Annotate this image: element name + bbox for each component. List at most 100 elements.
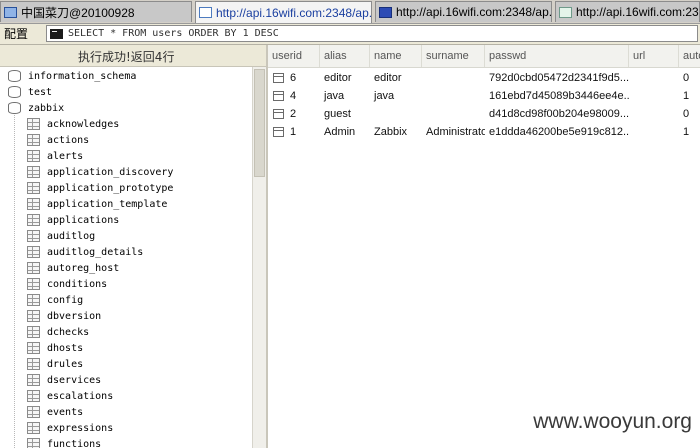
cell-name [370,105,422,123]
tree-table[interactable]: application_template [27,196,167,212]
tree-scrollbar[interactable] [252,67,266,448]
tree-node-label: application_discovery [47,166,174,178]
table-icon [27,246,40,258]
tree-table[interactable]: config [27,292,83,308]
table-icon [27,358,40,370]
cell-userid: 4 [290,90,297,102]
row-icon [273,109,284,119]
tree-node-label: autoreg_host [47,262,120,274]
tree-node-label: alerts [47,150,84,162]
tab-label: http://api.16wifi.com:2348/ap... [396,5,552,19]
table-icon [27,310,40,322]
tab-caidao[interactable]: 中国菜刀@20100928 [0,1,192,22]
cell-alias: java [324,90,345,102]
row-icon [273,73,284,83]
row-icon [273,127,284,137]
tree-node-label: dhosts [47,342,84,354]
table-row[interactable]: 2 guest d41d8cd98f00b204e98009... 0 [268,105,700,123]
column-header-name[interactable]: name [370,45,422,67]
table-icon [27,166,40,178]
table-icon [27,390,40,402]
tab-api-3[interactable]: http://api.16wifi.com:2348 [555,1,700,22]
status-message: 执行成功!返回4行 [78,50,175,64]
row-icon [273,91,284,101]
cell-alias: editor [324,72,352,84]
tree-table[interactable]: auditlog_details [27,244,143,260]
tree-node-label: auditlog_details [47,246,144,258]
tree-node-label: dservices [47,374,102,386]
cell-autologin: 1 [683,90,690,102]
cell-userid: 1 [290,126,297,138]
table-icon [27,326,40,338]
sql-query-input[interactable]: SELECT * FROM users ORDER BY 1 DESC [46,25,698,42]
cell-userid: 2 [290,108,297,120]
table-icon [27,150,40,162]
tree-node-label: dchecks [47,326,90,338]
tab-api-2[interactable]: http://api.16wifi.com:2348/ap... [375,1,552,22]
tree-table[interactable]: applications [27,212,119,228]
tree-table[interactable]: escalations [27,388,113,404]
table-icon [27,182,40,194]
column-header-url[interactable]: url [629,45,679,67]
tree-table[interactable]: dhosts [27,340,83,356]
tree-table[interactable]: alerts [27,148,83,164]
tree-table[interactable]: acknowledges [27,116,119,132]
config-button[interactable]: 配置 [2,26,30,42]
tree-db-zabbix[interactable]: zabbix [8,100,64,116]
status-bar: 执行成功!返回4行 [0,45,266,67]
tree-table[interactable]: conditions [27,276,107,292]
table-icon [27,118,40,130]
column-header-userid[interactable]: userid [268,45,320,67]
tree-node-label: application_prototype [47,182,174,194]
table-icon [27,438,40,448]
column-header-passwd[interactable]: passwd [485,45,629,67]
column-header-alias[interactable]: alias [320,45,370,67]
tree-table[interactable]: expressions [27,420,113,436]
cell-name: java [374,90,395,102]
cell-name: Zabbix [374,126,408,138]
tree-table[interactable]: application_prototype [27,180,173,196]
table-row[interactable]: 6 editor editor 792d0cbd05472d2341f9d5..… [268,69,700,87]
tree-table[interactable]: drules [27,356,83,372]
tree-table[interactable]: dservices [27,372,101,388]
column-header-autologin[interactable]: autologin [679,45,700,67]
tree-table[interactable]: application_discovery [27,164,173,180]
table-icon [27,278,40,290]
cell-autologin: 0 [683,72,690,84]
table-icon [27,342,40,354]
cell-passwd: e1ddda46200be5e919c812... [489,126,629,138]
tab-api-1[interactable]: http://api.16wifi.com:2348/ap... [195,1,372,23]
terminal-icon [50,28,63,39]
tree-node-label: test [28,86,53,98]
tree-table[interactable]: functions [27,436,101,448]
cell-surname: Administrator [426,126,485,138]
scrollbar-thumb[interactable] [254,69,265,177]
tree-table[interactable]: events [27,404,83,420]
table-row[interactable]: 4 java java 161ebd7d45089b3446ee4e... 1 [268,87,700,105]
cell-name: editor [374,72,402,84]
tree-db-test[interactable]: test [8,84,52,100]
tree-table[interactable]: dchecks [27,324,89,340]
table-icon [27,374,40,386]
tree-table[interactable]: actions [27,132,89,148]
tree-guide-line [14,107,15,448]
table-row[interactable]: 1 Admin Zabbix Administrator e1ddda46200… [268,123,700,141]
table-icon [27,422,40,434]
cell-url [629,69,679,87]
tab-label: 中国菜刀@20100928 [21,5,135,20]
tree-db-information-schema[interactable]: information_schema [8,68,136,84]
database-icon [8,70,21,82]
table-icon [27,198,40,210]
tree-node-label: application_template [47,198,168,210]
table-icon [27,134,40,146]
eu-flag-icon [379,6,392,18]
cell-alias: Admin [324,126,356,138]
database-icon [8,102,21,114]
tree-table[interactable]: dbversion [27,308,101,324]
column-header-surname[interactable]: surname [422,45,485,67]
tab-label: http://api.16wifi.com:2348 [576,5,700,19]
cell-surname [422,105,485,123]
window-icon [4,6,17,18]
tree-table[interactable]: autoreg_host [27,260,119,276]
tree-table[interactable]: auditlog [27,228,95,244]
